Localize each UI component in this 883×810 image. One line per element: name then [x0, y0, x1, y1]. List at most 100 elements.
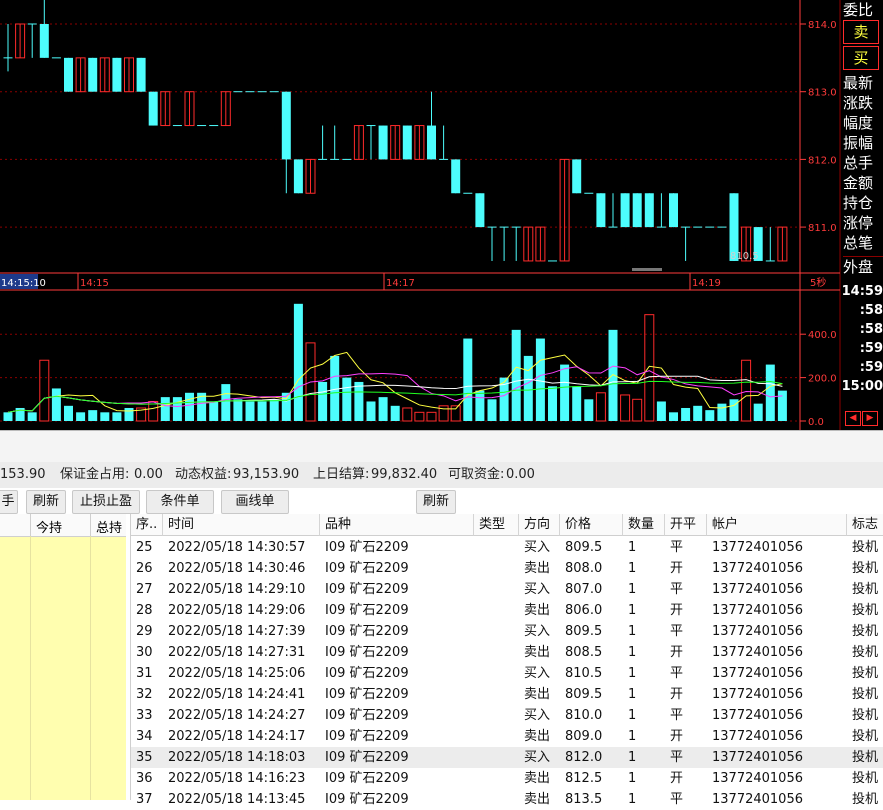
table-row[interactable]: 34 2022/05/18 14:24:17 I09 矿石2209 卖出 809.0 1 开…: [131, 726, 883, 747]
available-funds-label: 可取资金:: [448, 467, 505, 482]
cell-flag: 投机: [852, 603, 879, 618]
volume-bar: [608, 329, 618, 421]
kline-chart[interactable]: 814.0 813.0 812.0 811.0 14:15:10 14:15 14:17 14…: [0, 0, 883, 430]
col-type-header[interactable]: 类型: [474, 514, 519, 536]
today-position-header[interactable]: 今持: [36, 517, 62, 536]
side-label-amount: 金额: [843, 174, 874, 192]
candle-body: [475, 193, 485, 228]
refresh-records-button[interactable]: 刷新: [416, 490, 456, 514]
volume-bar: [426, 411, 437, 422]
volume-bar: [281, 392, 291, 421]
cell-product: I09 矿石2209: [325, 540, 409, 555]
panel-separator: [0, 430, 883, 463]
cell-qty: 1: [628, 540, 637, 555]
tick-time-2: :58: [859, 303, 883, 318]
table-row[interactable]: 27 2022/05/18 14:29:10 I09 矿石2209 买入 807.0 1 平…: [131, 579, 883, 600]
cell-direction: 卖出: [524, 603, 551, 618]
position-panel[interactable]: 今持 总持: [0, 514, 126, 800]
cell-seq: 34: [136, 729, 153, 744]
volume-bar: [741, 359, 752, 422]
kline-chart-panel[interactable]: 814.0 813.0 812.0 811.0 14:15:10 14:15 14:17 14…: [0, 0, 883, 430]
cell-product: I09 矿石2209: [325, 666, 409, 681]
cell-time: 2022/05/18 14:29:06: [168, 603, 306, 618]
volume-tick-label: 200.0: [808, 374, 837, 385]
cell-product: I09 矿石2209: [325, 708, 409, 723]
table-row[interactable]: 36 2022/05/18 14:16:23 I09 矿石2209 卖出 812.5 1 开…: [131, 768, 883, 789]
side-label-change: 涨跌: [843, 94, 874, 112]
trade-records-table[interactable]: 序.. 时间 品种 类型 方向 价格 数量 开平 帐户 标志 25 2022/05…: [130, 514, 883, 807]
cell-direction: 买入: [524, 750, 551, 765]
col-openclose-header[interactable]: 开平: [665, 514, 707, 536]
cell-qty: 1: [628, 624, 637, 639]
cell-flag: 投机: [852, 729, 879, 744]
volume-bar: [765, 364, 775, 421]
cell-time: 2022/05/18 14:27:39: [168, 624, 306, 639]
cell-price: 809.5: [565, 540, 603, 555]
cell-direction: 买入: [524, 540, 551, 555]
cell-seq: 27: [136, 582, 153, 597]
volume-bar: [681, 407, 691, 421]
equity-prefix: 153.90: [0, 467, 46, 482]
cell-product: I09 矿石2209: [325, 771, 409, 786]
col-seq-header[interactable]: 序..: [131, 514, 163, 536]
cell-qty: 1: [628, 729, 637, 744]
cell-account: 13772401056: [712, 729, 803, 744]
col-account-header[interactable]: 帐户: [707, 514, 847, 536]
stop-loss-profit-button[interactable]: 止损止盈: [72, 490, 140, 514]
volume-bar: [354, 381, 364, 421]
col-product-header[interactable]: 品种: [320, 514, 474, 536]
volume-bar: [693, 405, 703, 421]
volume-bar: [51, 388, 61, 421]
scroll-handle: [632, 268, 662, 271]
conditional-order-button[interactable]: 条件单: [146, 490, 214, 514]
table-row[interactable]: 33 2022/05/18 14:24:27 I09 矿石2209 买入 810.0 1 平…: [131, 705, 883, 726]
col-time-header[interactable]: 时间: [163, 514, 320, 536]
col-direction-header[interactable]: 方向: [519, 514, 560, 536]
scroll-right-icon[interactable]: ▶: [862, 411, 878, 426]
total-position-header[interactable]: 总持: [96, 517, 122, 536]
cell-time: 2022/05/18 14:24:17: [168, 729, 306, 744]
cell-qty: 1: [628, 771, 637, 786]
side-label-openint: 持仓: [843, 194, 874, 212]
order-hand-button[interactable]: 手: [0, 490, 18, 514]
scroll-left-icon[interactable]: ◀: [845, 411, 861, 426]
table-row[interactable]: 32 2022/05/18 14:24:41 I09 矿石2209 卖出 809.5 1 开…: [131, 684, 883, 705]
cell-product: I09 矿石2209: [325, 624, 409, 639]
cell-product: I09 矿石2209: [325, 750, 409, 765]
cell-flag: 投机: [852, 771, 879, 786]
cell-price: 809.5: [565, 624, 603, 639]
cell-time: 2022/05/18 14:30:57: [168, 540, 306, 555]
cell-qty: 1: [628, 666, 637, 681]
buy-label[interactable]: 买: [843, 46, 879, 70]
cell-time: 2022/05/18 14:18:03: [168, 750, 306, 765]
table-row[interactable]: 30 2022/05/18 14:27:31 I09 矿石2209 卖出 808.5 1 开…: [131, 642, 883, 663]
col-price-header[interactable]: 价格: [560, 514, 623, 536]
line-order-button[interactable]: 画线单: [221, 490, 289, 514]
refresh-button[interactable]: 刷新: [26, 490, 66, 514]
candle-body: [112, 57, 122, 92]
table-row[interactable]: 31 2022/05/18 14:25:06 I09 矿石2209 买入 810.5 1 平…: [131, 663, 883, 684]
col-flag-header[interactable]: 标志: [847, 514, 883, 536]
cell-flag: 投机: [852, 687, 879, 702]
table-row[interactable]: 28 2022/05/18 14:29:06 I09 矿石2209 卖出 806.0 1 开…: [131, 600, 883, 621]
price-tick-label: 812.0: [808, 155, 837, 166]
table-row[interactable]: 26 2022/05/18 14:30:46 I09 矿石2209 卖出 808.0 1 开…: [131, 558, 883, 579]
price-tick-label: 811.0: [808, 223, 837, 234]
sell-label[interactable]: 卖: [843, 20, 879, 44]
cell-account: 13772401056: [712, 750, 803, 765]
table-row[interactable]: 29 2022/05/18 14:27:39 I09 矿石2209 买入 809.5 1 平…: [131, 621, 883, 642]
account-info-bar: 153.90 保证金占用: 0.00 动态权益: 93,153.90 上日结算:…: [0, 462, 883, 488]
volume-bar: [318, 381, 328, 421]
tick-time-3: :58: [859, 322, 883, 337]
cell-openclose: 开: [670, 729, 684, 744]
time-tick-label: 14:15: [80, 278, 109, 289]
volume-bar: [221, 384, 231, 421]
cell-qty: 1: [628, 561, 637, 576]
table-row[interactable]: 25 2022/05/18 14:30:57 I09 矿石2209 买入 809.5 1 平…: [131, 537, 883, 558]
prev-settle-label: 上日结算:: [313, 467, 370, 482]
col-qty-header[interactable]: 数量: [623, 514, 665, 536]
candle-body: [669, 193, 678, 228]
cell-price: 808.5: [565, 645, 603, 660]
table-row[interactable]: 35 2022/05/18 14:18:03 I09 矿石2209 买入 812.0 1 平…: [131, 747, 883, 768]
current-time-label: 14:15:10: [1, 278, 46, 289]
